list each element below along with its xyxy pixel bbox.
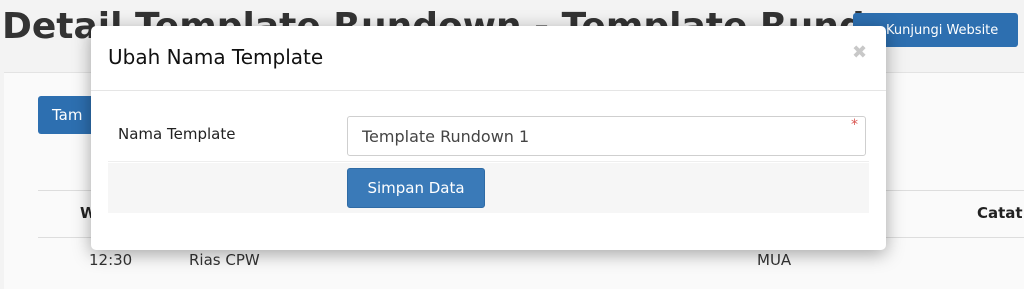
- template-name-row: Nama Template *: [108, 110, 869, 162]
- form-actions: Simpan Data: [108, 163, 869, 213]
- template-name-label: Nama Template: [118, 125, 236, 143]
- edit-template-name-modal: Ubah Nama Template ✖ Nama Template * Sim…: [91, 26, 886, 250]
- save-data-button[interactable]: Simpan Data: [347, 168, 485, 208]
- modal-title: Ubah Nama Template: [108, 45, 324, 69]
- modal-header: Ubah Nama Template ✖: [91, 26, 886, 91]
- template-name-input[interactable]: [347, 116, 866, 156]
- page: Detail Template Rundown - Template Rundo…: [0, 0, 1024, 289]
- required-mark: *: [851, 117, 858, 133]
- close-icon[interactable]: ✖: [852, 42, 867, 63]
